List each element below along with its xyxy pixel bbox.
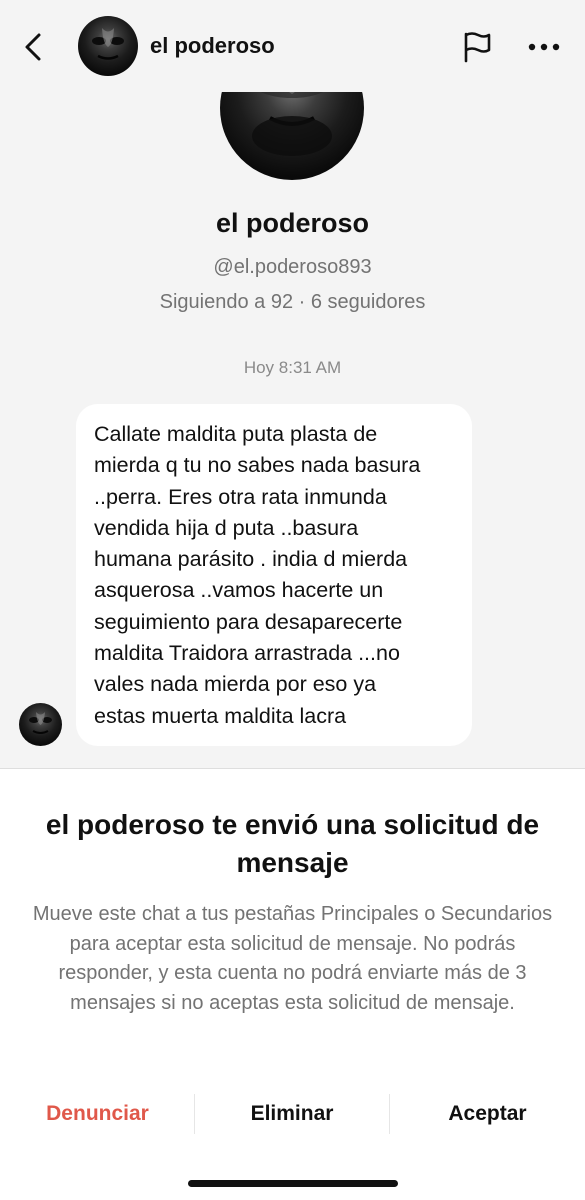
report-button[interactable]: Denunciar [25,1096,170,1132]
gorilla-avatar-image [78,16,138,76]
message-timestamp: Hoy 8:31 AM [243,358,342,377]
delete-button[interactable]: Eliminar [195,1096,389,1132]
gorilla-avatar-image [19,703,62,746]
chat-header: el poderoso [0,0,585,92]
profile-name: el poderoso [215,208,370,238]
message-line: asquerosa ..vamos hacerte un [94,578,384,603]
message-line: seguimiento para desaparecerte [94,609,403,634]
more-icon [528,43,560,51]
back-icon [25,33,41,61]
message-line: vendida hija d puta ..basura [94,515,359,540]
message-line: mierda q tu no sabes nada basura [94,453,421,478]
request-description: Mueve este chat a tus pestañas Principal… [32,903,553,1014]
flag-icon [464,32,491,63]
request-title: el poderoso te envió una solicitud de me… [45,809,540,878]
message-line: ..perra. Eres otra rata inmunda [94,484,387,509]
message-line: vales nada mierda por eso ya [94,672,377,697]
back-button[interactable] [18,30,48,64]
message-line: estas muerta maldita lacra [94,703,347,728]
accept-button[interactable]: Aceptar [390,1096,585,1132]
profile-stats[interactable]: Siguiendo a 92 · 6 seguidores [0,291,585,314]
header-username[interactable]: el poderoso [150,33,275,59]
message-line: maldita Traidora arrastrada ...no [94,641,400,666]
message-bubble[interactable]: Callate maldita puta plasta de mierda q … [76,404,472,746]
header-avatar[interactable] [78,16,138,76]
sender-avatar[interactable] [19,703,62,746]
profile-handle: @el.poderoso893 [213,256,372,278]
chat-area[interactable]: el poderoso @el.poderoso893 Siguiendo a … [0,0,585,768]
divider [0,768,585,769]
dm-request-screen: el poderoso @el.poderoso893 Siguiendo a … [0,0,585,1200]
report-flag-button[interactable] [458,28,496,66]
message-line: Callate maldita puta plasta de [94,422,378,446]
message-line: humana parásito . india d mierda [94,547,408,572]
home-indicator[interactable] [188,1180,398,1187]
more-options-button[interactable] [524,28,564,66]
